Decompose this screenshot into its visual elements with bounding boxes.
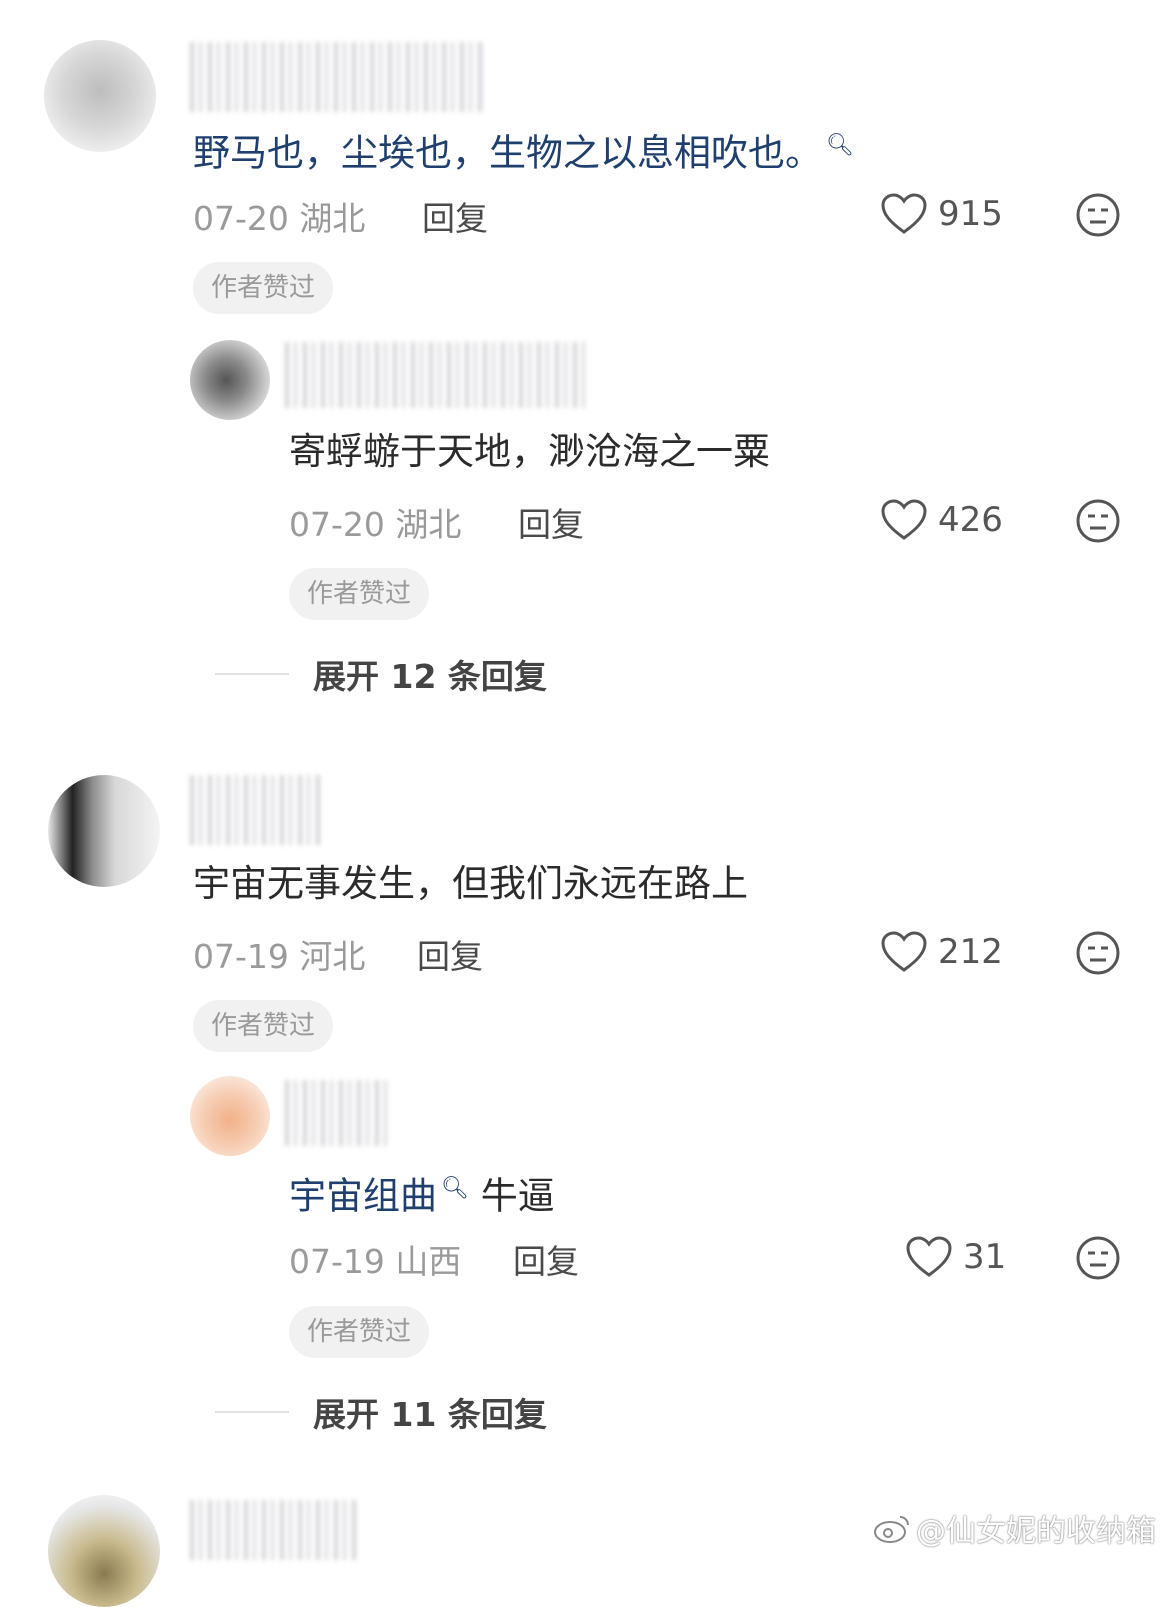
heart-outline-icon [906, 1236, 952, 1277]
comment-text: 宇宙无事发生，但我们永远在路上 [193, 862, 748, 905]
author-liked-badge: 作者赞过 [193, 1000, 334, 1052]
neutral-face-icon[interactable] [1075, 930, 1121, 976]
expand-replies-button[interactable]: 展开 12 条回复 [215, 650, 547, 698]
username-blurred[interactable] [190, 42, 485, 112]
avatar[interactable] [48, 775, 160, 887]
like-count: 212 [938, 932, 1003, 972]
like-count: 915 [938, 194, 1003, 234]
topic-link[interactable]: 宇宙组曲 [289, 1174, 437, 1217]
like-button[interactable]: 915 [880, 192, 1003, 236]
divider [215, 1411, 289, 1413]
username-blurred[interactable] [190, 1500, 360, 1560]
reply-date: 07-19 [289, 1242, 385, 1281]
comment-location: 河北 [299, 937, 366, 976]
reply-button[interactable]: 回复 [513, 1235, 579, 1283]
reply-button[interactable]: 回复 [417, 930, 483, 978]
avatar[interactable] [44, 40, 156, 152]
like-button[interactable]: 31 [905, 1235, 1006, 1279]
like-button[interactable]: 426 [880, 498, 1003, 542]
like-button[interactable]: 212 [880, 930, 1003, 974]
reply-text: 寄蜉蝣于天地，渺沧海之一粟 [289, 430, 770, 473]
expand-replies-label: 展开 12 条回复 [313, 657, 547, 696]
heart-outline-icon [881, 931, 927, 972]
author-liked-badge: 作者赞过 [289, 568, 430, 620]
reply-meta: 07-20 湖北 [289, 498, 461, 546]
search-icon[interactable]: 🔍︎ [441, 1176, 469, 1201]
search-icon[interactable]: 🔍︎ [826, 133, 854, 158]
neutral-face-icon[interactable] [1075, 1235, 1121, 1281]
heart-outline-icon [881, 499, 927, 540]
comment-location: 湖北 [299, 199, 366, 238]
username-blurred[interactable] [285, 1080, 390, 1146]
avatar[interactable] [48, 1495, 160, 1607]
reply-button[interactable]: 回复 [518, 498, 584, 546]
expand-replies-label: 展开 11 条回复 [313, 1395, 547, 1434]
comment-meta: 07-20 湖北 [193, 192, 365, 240]
reply-text: 宇宙组曲 🔍︎ 牛逼 [289, 1165, 555, 1220]
watermark-text: @仙女妮的收纳箱 [916, 1514, 1156, 1549]
avatar[interactable] [190, 1076, 270, 1156]
author-liked-badge: 作者赞过 [193, 262, 334, 314]
like-count: 426 [938, 500, 1003, 540]
reply-button[interactable]: 回复 [422, 192, 488, 240]
watermark: @仙女妮的收纳箱 [872, 1506, 1156, 1550]
comment-date: 07-19 [193, 937, 289, 976]
heart-outline-icon [881, 193, 927, 234]
reply-body: 牛逼 [480, 1174, 555, 1218]
comment-meta: 07-19 河北 [193, 930, 365, 978]
reply-date: 07-20 [289, 505, 385, 544]
author-liked-badge: 作者赞过 [289, 1306, 430, 1358]
like-count: 31 [963, 1237, 1007, 1277]
comment-text: 野马也，尘埃也，生物之以息相吹也。 🔍︎ [193, 131, 854, 175]
weibo-logo-icon [874, 1516, 909, 1543]
reply-meta: 07-19 山西 [289, 1235, 461, 1283]
username-blurred[interactable] [190, 775, 320, 845]
reply-location: 山西 [395, 1242, 462, 1281]
comment-date: 07-20 [193, 199, 289, 238]
avatar[interactable] [190, 340, 270, 420]
neutral-face-icon[interactable] [1075, 498, 1121, 544]
divider [215, 673, 289, 675]
username-blurred[interactable] [285, 342, 585, 408]
expand-replies-button[interactable]: 展开 11 条回复 [215, 1388, 547, 1436]
neutral-face-icon[interactable] [1075, 192, 1121, 238]
reply-location: 湖北 [395, 505, 462, 544]
